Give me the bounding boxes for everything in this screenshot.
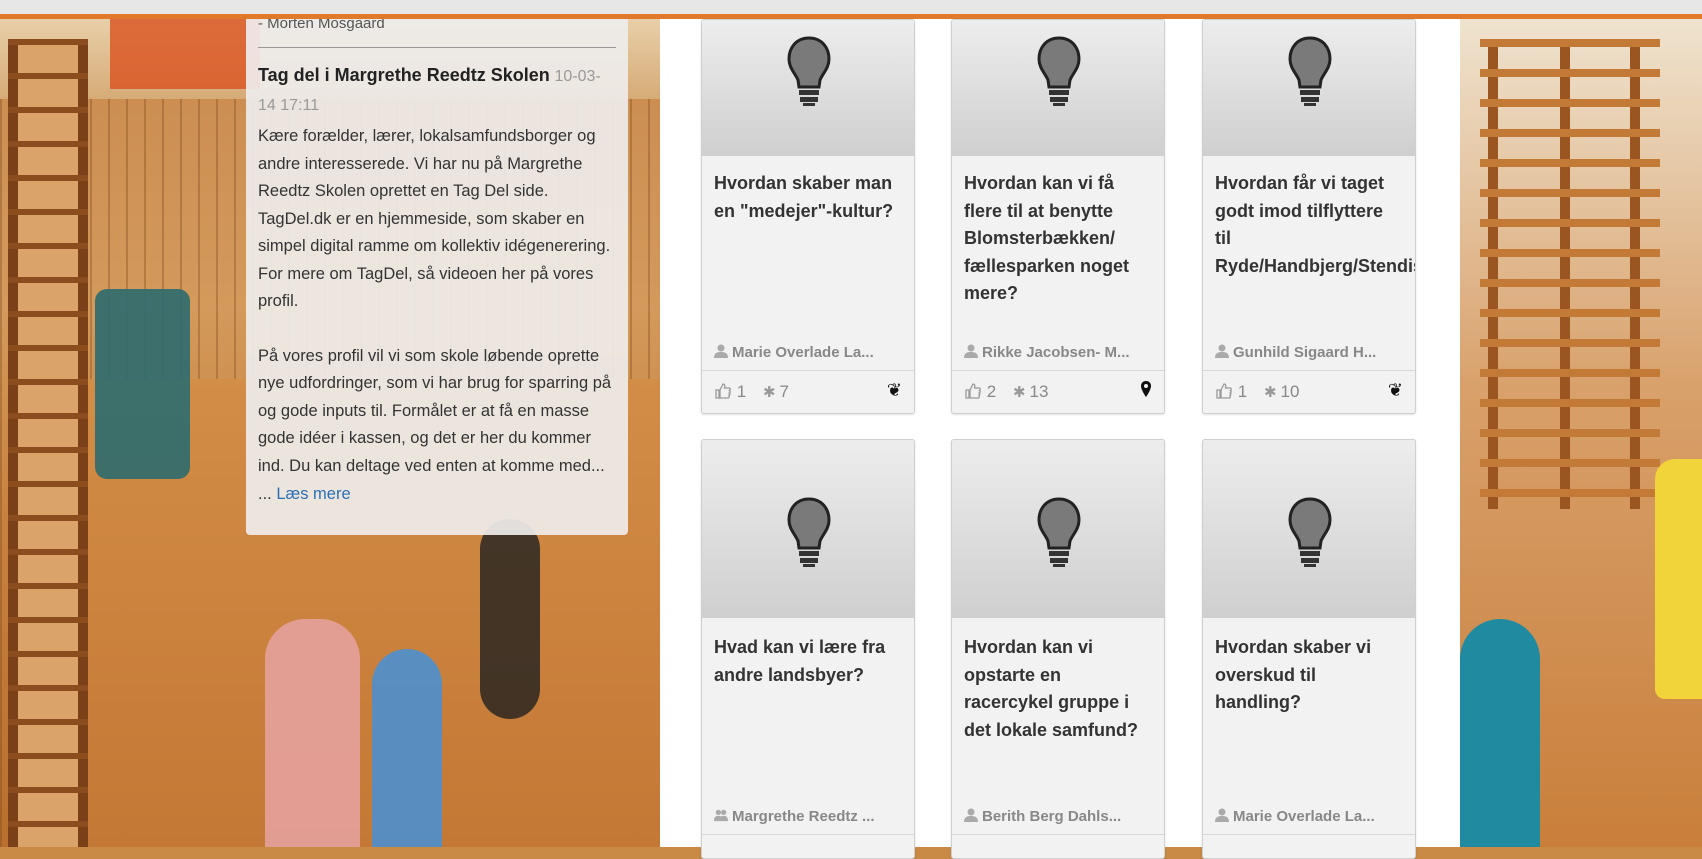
ellipsis: ... bbox=[258, 485, 272, 503]
card-thumbnail bbox=[702, 20, 914, 156]
thumbs-up-icon[interactable] bbox=[1215, 382, 1233, 400]
card-thumbnail bbox=[1203, 20, 1415, 156]
lightbulb-icon bbox=[1288, 36, 1332, 106]
browser-top-strip bbox=[0, 0, 1702, 14]
person-icon bbox=[964, 808, 978, 822]
divider bbox=[258, 47, 616, 48]
idea-count: 13 bbox=[1029, 382, 1049, 401]
card-divider bbox=[952, 370, 1164, 371]
person-icon bbox=[964, 344, 978, 358]
card-thumbnail bbox=[952, 20, 1164, 156]
like-count: 2 bbox=[986, 382, 997, 401]
post-body: Kære forælder, lærer, lokalsamfundsborge… bbox=[258, 123, 616, 507]
quote-author: - Morten Mosgaard bbox=[258, 19, 385, 32]
card-stats: 1 ✱ 7 ❦ bbox=[714, 380, 902, 408]
card-stats: 1 ✱ 10 ❦ bbox=[1215, 380, 1403, 408]
read-more-row: ... Læs mere bbox=[258, 480, 351, 508]
challenge-card[interactable]: Hvordan kan vi opstarte en racercykel gr… bbox=[951, 439, 1165, 859]
card-author: Margrethe Reedtz ... bbox=[714, 808, 906, 825]
card-divider bbox=[702, 370, 914, 371]
card-title[interactable]: Hvordan skaber vi overskud til handling? bbox=[1215, 634, 1403, 717]
card-title[interactable]: Hvordan skaber man en "medejer"-kultur? bbox=[714, 170, 902, 225]
card-divider bbox=[952, 834, 1164, 835]
challenge-card[interactable]: Hvordan får vi taget godt imod tilflytte… bbox=[1202, 19, 1416, 414]
card-author-name: Berith Berg Dahls... bbox=[982, 808, 1122, 825]
card-author: Marie Overlade La... bbox=[1215, 808, 1407, 825]
post-paragraph: På vores profil vil vi som skole løbende… bbox=[258, 346, 612, 475]
idea-count: 7 bbox=[779, 382, 789, 401]
lightbulb-icon bbox=[787, 497, 831, 567]
card-author-name: Gunhild Sigaard H... bbox=[1233, 344, 1377, 361]
read-more-link[interactable]: Læs mere bbox=[276, 485, 350, 503]
post-title: Tag del i Margrethe Reedtz Skolen bbox=[258, 65, 550, 85]
lightbulb-icon bbox=[787, 36, 831, 106]
lightbulb-icon bbox=[1037, 36, 1081, 106]
thumbs-up-icon[interactable] bbox=[714, 382, 732, 400]
card-author: Berith Berg Dahls... bbox=[964, 808, 1156, 825]
card-title[interactable]: Hvordan kan vi opstarte en racercykel gr… bbox=[964, 634, 1152, 744]
card-divider bbox=[702, 834, 914, 835]
like-count: 1 bbox=[1237, 382, 1248, 401]
lightbulb-icon bbox=[1288, 497, 1332, 567]
gear-icon: ✱ bbox=[1012, 384, 1026, 401]
group-icon bbox=[714, 809, 728, 822]
post-header: Tag del i Margrethe Reedtz Skolen 10-03-… bbox=[258, 61, 616, 120]
tree-icon: ❦ bbox=[1387, 380, 1403, 400]
post-paragraph: Kære forælder, lærer, lokalsamfundsborge… bbox=[258, 127, 611, 310]
card-divider bbox=[1203, 370, 1415, 371]
person-icon bbox=[1215, 808, 1229, 822]
card-author: Rikke Jacobsen- M... bbox=[964, 344, 1156, 361]
gear-icon: ✱ bbox=[1263, 384, 1277, 401]
card-author-name: Margrethe Reedtz ... bbox=[732, 808, 875, 825]
thumbs-up-icon[interactable] bbox=[964, 382, 982, 400]
card-thumbnail bbox=[952, 440, 1164, 618]
person-icon bbox=[1215, 344, 1229, 358]
lightbulb-icon bbox=[1037, 497, 1081, 567]
challenge-card[interactable]: Hvordan skaber man en "medejer"-kultur? … bbox=[701, 19, 915, 414]
gear-icon: ✱ bbox=[762, 384, 776, 401]
tree-icon: ❦ bbox=[886, 380, 902, 400]
card-title[interactable]: Hvad kan vi lære fra andre landsbyer? bbox=[714, 634, 902, 689]
card-divider bbox=[1203, 834, 1415, 835]
person-icon bbox=[714, 344, 728, 358]
map-pin-icon bbox=[1140, 380, 1152, 403]
card-author: Gunhild Sigaard H... bbox=[1215, 344, 1407, 361]
card-thumbnail bbox=[1203, 440, 1415, 618]
challenge-card[interactable]: Hvad kan vi lære fra andre landsbyer? Ma… bbox=[701, 439, 915, 859]
challenge-card[interactable]: Hvordan kan vi få flere til at benytte B… bbox=[951, 19, 1165, 414]
challenge-card[interactable]: Hvordan skaber vi overskud til handling?… bbox=[1202, 439, 1416, 859]
profile-description-panel: - Morten Mosgaard Tag del i Margrethe Re… bbox=[246, 19, 628, 535]
background-photo-right bbox=[1460, 19, 1702, 847]
card-title[interactable]: Hvordan kan vi få flere til at benytte B… bbox=[964, 170, 1152, 308]
idea-count: 10 bbox=[1280, 382, 1300, 401]
card-author: Marie Overlade La... bbox=[714, 344, 906, 361]
card-title[interactable]: Hvordan får vi taget godt imod tilflytte… bbox=[1215, 170, 1415, 280]
card-thumbnail bbox=[702, 440, 914, 618]
like-count: 1 bbox=[736, 382, 747, 401]
card-author-name: Marie Overlade La... bbox=[732, 344, 874, 361]
card-stats: 2 ✱ 13 bbox=[964, 380, 1152, 408]
card-author-name: Rikke Jacobsen- M... bbox=[982, 344, 1130, 361]
card-author-name: Marie Overlade La... bbox=[1233, 808, 1375, 825]
